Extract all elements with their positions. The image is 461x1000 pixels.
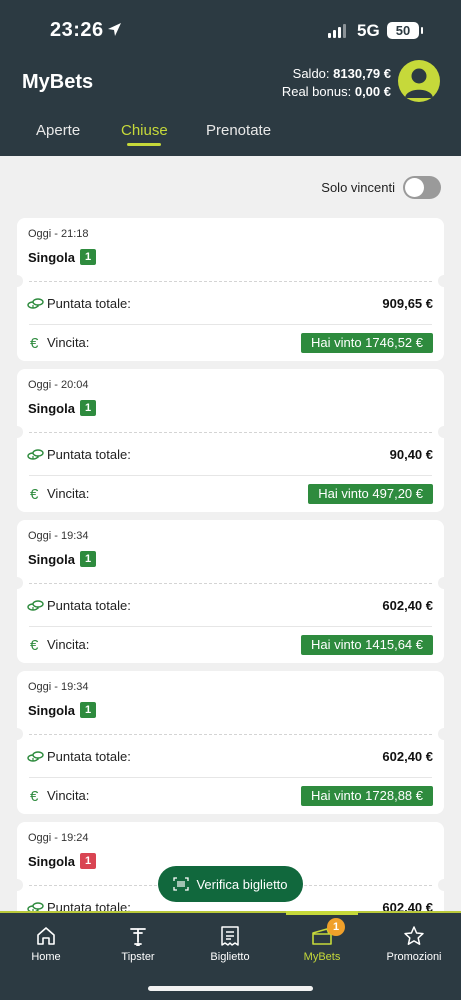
coins-icon <box>27 449 44 460</box>
win-amount-badge: Hai vinto 1746,52 € <box>300 333 433 353</box>
bet-type: Singola <box>28 250 75 265</box>
verify-ticket-button[interactable]: Verifica biglietto <box>158 866 303 902</box>
card-divider <box>29 281 432 282</box>
bet-type: Singola <box>28 401 75 416</box>
svg-text:€: € <box>30 486 39 501</box>
stake-value: 90,40 € <box>389 447 433 462</box>
network-type: 5G <box>357 21 380 40</box>
bets-list: Oggi - 21:18 Singola 1 Puntata totale: 9… <box>11 218 450 973</box>
status-bar: 23:26 5G 50 <box>0 0 461 60</box>
bet-date: Oggi - 20:04 <box>28 379 89 391</box>
win-amount-badge: Hai vinto 1728,88 € <box>300 786 433 806</box>
bet-card[interactable]: Oggi - 19:34 Singola 1 Puntata totale: 6… <box>11 671 450 814</box>
bet-date: Oggi - 19:34 <box>28 530 89 542</box>
home-icon <box>37 927 55 945</box>
coins-icon <box>27 600 44 611</box>
nav-mybets[interactable]: MyBets <box>282 925 362 963</box>
win-label: Vincita: <box>47 637 90 652</box>
user-icon <box>405 68 433 98</box>
active-nav-indicator <box>286 911 358 915</box>
nav-home-label: Home <box>31 951 61 963</box>
coins-icon <box>27 298 44 309</box>
stake-label: Puntata totale: <box>47 598 131 613</box>
bonus-label: Real bonus: <box>281 84 352 99</box>
filter-label: Solo vincenti <box>321 180 395 195</box>
mybets-count-badge: 1 <box>327 918 345 936</box>
svg-text:€: € <box>30 788 39 803</box>
card-divider <box>29 432 432 433</box>
nav-promozioni[interactable]: Promozioni <box>374 925 454 963</box>
barcode-scan-icon <box>173 877 190 891</box>
euro-icon: € <box>30 788 39 803</box>
saldo-label: Saldo: <box>292 66 330 81</box>
nav-tipster[interactable]: Tipster <box>98 925 178 963</box>
coins-icon <box>27 751 44 762</box>
events-count-badge: 1 <box>80 249 96 265</box>
win-label: Vincita: <box>47 335 90 350</box>
stake-value: 602,40 € <box>382 598 433 613</box>
status-time: 23:26 <box>50 19 104 41</box>
card-divider <box>29 734 432 735</box>
events-count-badge: 1 <box>80 702 96 718</box>
battery-icon: 50 <box>387 22 423 39</box>
solo-vincenti-toggle[interactable] <box>403 176 441 199</box>
signal-icon <box>328 24 346 38</box>
euro-icon: € <box>30 637 39 652</box>
events-count-badge: 1 <box>80 551 96 567</box>
nav-promozioni-label: Promozioni <box>386 951 442 963</box>
location-arrow-icon <box>108 23 121 36</box>
events-count-badge: 1 <box>80 853 96 869</box>
tab-chiuse[interactable]: Chiuse <box>121 122 168 139</box>
row-divider <box>29 475 432 476</box>
stake-value: 909,65 € <box>382 296 433 311</box>
bet-type: Singola <box>28 703 75 718</box>
row-divider <box>29 626 432 627</box>
euro-icon: € <box>30 486 39 501</box>
saldo-value: 8130,79 € <box>333 66 391 81</box>
bet-date: Oggi - 21:18 <box>28 228 89 240</box>
win-amount-badge: Hai vinto 497,20 € <box>308 484 433 504</box>
win-label: Vincita: <box>47 486 90 501</box>
events-count-badge: 1 <box>80 400 96 416</box>
svg-text:€: € <box>30 335 39 350</box>
bet-date: Oggi - 19:34 <box>28 681 89 693</box>
star-icon <box>404 926 424 945</box>
page-title: MyBets <box>22 71 94 93</box>
bet-date: Oggi - 19:24 <box>28 832 89 844</box>
win-label: Vincita: <box>47 788 90 803</box>
row-divider <box>29 777 432 778</box>
verify-ticket-label: Verifica biglietto <box>196 876 288 892</box>
bet-type: Singola <box>28 854 75 869</box>
ticket-icon <box>221 926 239 946</box>
win-amount-badge: Hai vinto 1415,64 € <box>300 635 433 655</box>
avatar[interactable] <box>398 60 440 102</box>
bets-tabs: Aperte Chiuse Prenotate <box>0 106 461 156</box>
app-header: MyBets Saldo: 8130,79 € Real bonus: 0,00… <box>0 60 461 106</box>
svg-text:€: € <box>30 637 39 652</box>
nav-mybets-label: MyBets <box>303 951 341 963</box>
bet-type: Singola <box>28 552 75 567</box>
nav-biglietto[interactable]: Biglietto <box>190 925 270 963</box>
bet-card[interactable]: Oggi - 21:18 Singola 1 Puntata totale: 9… <box>11 218 450 361</box>
bet-card[interactable]: Oggi - 19:34 Singola 1 Puntata totale: 6… <box>11 520 450 663</box>
bet-card[interactable]: Oggi - 20:04 Singola 1 Puntata totale: 9… <box>11 369 450 512</box>
home-indicator <box>148 986 313 991</box>
nav-tipster-label: Tipster <box>121 951 155 963</box>
tab-aperte[interactable]: Aperte <box>36 122 80 139</box>
stake-label: Puntata totale: <box>47 447 131 462</box>
card-divider <box>29 583 432 584</box>
stake-label: Puntata totale: <box>47 296 131 311</box>
bonus-value: 0,00 € <box>354 84 391 99</box>
balance-info: Saldo: 8130,79 € Real bonus: 0,00 € <box>282 65 391 101</box>
nav-home[interactable]: Home <box>6 925 86 963</box>
stake-value: 602,40 € <box>382 749 433 764</box>
nav-biglietto-label: Biglietto <box>210 951 250 963</box>
euro-icon: € <box>30 335 39 350</box>
row-divider <box>29 324 432 325</box>
tab-prenotate[interactable]: Prenotate <box>206 122 271 139</box>
active-tab-indicator <box>127 143 161 146</box>
stake-label: Puntata totale: <box>47 749 131 764</box>
tipster-icon <box>130 928 146 946</box>
